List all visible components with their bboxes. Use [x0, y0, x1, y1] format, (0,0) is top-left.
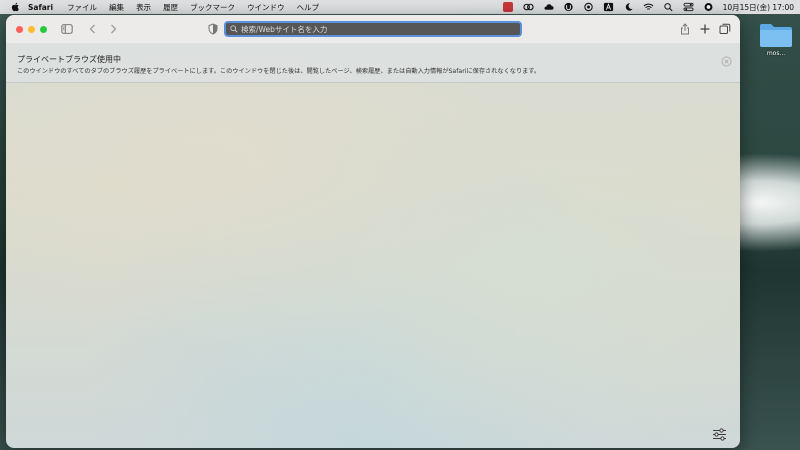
banner-text: このウインドウのすべてのタブのブラウズ履歴をプライベートにします。このウインドウ… [17, 68, 541, 75]
privacy-report-button[interactable] [206, 22, 220, 36]
menu-bar: Safari ファイル 編集 表示 履歴 ブックマーク ウインドウ ヘルプ 10… [0, 0, 800, 14]
chevron-right-icon [111, 24, 117, 34]
apple-icon[interactable] [10, 2, 20, 12]
tab-overview-icon [719, 23, 731, 34]
menu-help[interactable]: ヘルプ [297, 2, 320, 13]
record-icon[interactable] [583, 2, 594, 12]
forward-button[interactable] [106, 22, 120, 36]
menu-clock[interactable]: 10月15日(金) 17:00 [723, 2, 794, 13]
window-controls [16, 25, 52, 33]
toolbar [6, 15, 740, 43]
new-tab-button[interactable] [698, 22, 712, 36]
share-icon [681, 23, 689, 35]
menu-edit[interactable]: 編集 [109, 2, 124, 13]
control-center-icon[interactable] [683, 2, 694, 12]
app-status-icon[interactable] [503, 2, 514, 12]
moon-icon[interactable] [623, 2, 634, 12]
creative-cloud-icon[interactable] [522, 2, 534, 12]
folder-icon [760, 24, 792, 47]
sidebar-icon [61, 24, 73, 34]
customize-start-page-icon[interactable] [712, 428, 727, 441]
menu-app-safari[interactable]: Safari [28, 3, 53, 12]
tab-overview-button[interactable] [718, 22, 732, 36]
safari-window: プライベートブラウズ使用中 このウインドウのすべてのタブのブラウズ履歴をプライベ… [6, 15, 740, 448]
address-input[interactable] [241, 24, 511, 34]
input-method-icon[interactable] [603, 2, 614, 12]
private-browsing-banner: プライベートブラウズ使用中 このウインドウのすべてのタブのブラウズ履歴をプライベ… [6, 43, 740, 83]
close-icon[interactable] [721, 56, 732, 67]
menu-view[interactable]: 表示 [136, 2, 151, 13]
plus-icon [700, 24, 710, 34]
search-icon[interactable] [663, 2, 674, 12]
wifi-icon[interactable] [643, 2, 654, 12]
share-button[interactable] [678, 22, 692, 36]
menu-history[interactable]: 履歴 [163, 2, 178, 13]
menu-file[interactable]: ファイル [67, 2, 97, 13]
close-window-button[interactable] [16, 25, 23, 33]
shield-icon [208, 23, 218, 35]
siri-icon[interactable] [703, 2, 714, 12]
minimize-window-button[interactable] [28, 25, 35, 33]
back-button[interactable] [86, 22, 100, 36]
chevron-left-icon [89, 24, 95, 34]
menu-bookmarks[interactable]: ブックマーク [190, 2, 235, 13]
banner-title: プライベートブラウズ使用中 [17, 55, 121, 64]
folder-label: mos... [766, 50, 786, 57]
menu-window[interactable]: ウインドウ [247, 2, 285, 13]
sidebar-toggle-button[interactable] [60, 22, 74, 36]
desktop-folder[interactable]: mos... [758, 22, 794, 62]
cloud-icon[interactable] [543, 2, 554, 12]
address-bar[interactable] [224, 21, 522, 37]
zoom-window-button[interactable] [40, 25, 47, 33]
vpn-icon[interactable] [563, 2, 574, 12]
search-icon [230, 25, 238, 33]
